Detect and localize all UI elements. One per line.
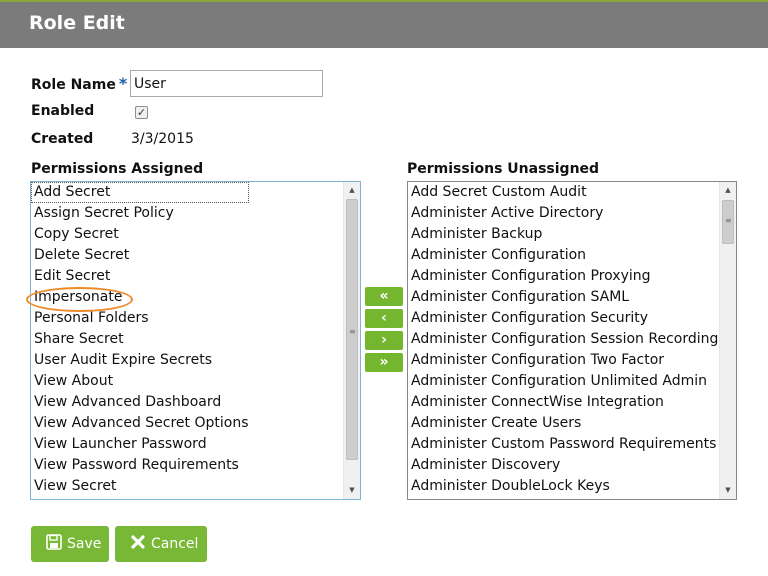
list-item[interactable]: Administer Configuration Session Recordi… [408,329,718,350]
scroll-up-arrow-icon[interactable]: ▲ [720,182,736,199]
list-item[interactable]: Administer ConnectWise Integration [408,392,718,413]
list-item[interactable]: Administer DoubleLock Keys [408,476,718,497]
list-item[interactable]: Administer Active Directory [408,203,718,224]
list-item[interactable]: Administer Create Users [408,413,718,434]
created-value: 3/3/2015 [131,131,194,147]
scroll-up-arrow-icon[interactable]: ▲ [344,182,360,199]
list-item[interactable]: Copy Secret [31,224,249,245]
move-right-button[interactable]: › [365,331,403,350]
list-item[interactable]: Add Secret [31,182,249,203]
unassigned-scrollbar[interactable]: ▲ ≡ ▼ [719,182,736,499]
assigned-permissions-list[interactable]: Add Secret Assign Secret Policy Copy Secre… [30,181,361,500]
created-label: Created [31,131,94,147]
role-name-input[interactable] [130,70,323,97]
grip-icon: ≡ [349,327,356,336]
list-item[interactable]: User Audit Expire Secrets [31,350,249,371]
assigned-heading: Permissions Assigned [31,161,204,177]
move-left-button[interactable]: ‹ [365,309,403,328]
unassigned-permissions-list[interactable]: Add Secret Custom Audit Administer Active… [407,181,737,500]
save-button[interactable]: Save [31,526,109,562]
list-item[interactable]: Edit Secret [31,266,249,287]
unassigned-scroll-thumb[interactable]: ≡ [722,200,734,244]
assigned-items-container: Add Secret Assign Secret Policy Copy Secre… [31,182,249,497]
list-item[interactable]: Administer Configuration [408,245,718,266]
enabled-checkbox[interactable]: ✓ [135,106,148,119]
list-item[interactable]: View Password Requirements [31,455,249,476]
list-item[interactable]: Administer Backup [408,224,718,245]
scroll-down-arrow-icon[interactable]: ▼ [344,482,360,499]
list-item[interactable]: Administer Custom Password Requirements [408,434,718,455]
list-item[interactable]: Assign Secret Policy [31,203,249,224]
unassigned-heading: Permissions Unassigned [407,161,600,177]
list-item[interactable]: Administer Configuration Unlimited Admin [408,371,718,392]
assigned-scrollbar[interactable]: ▲ ≡ ▼ [343,182,360,499]
required-marker: * [118,74,128,93]
list-item[interactable]: Add Secret Custom Audit [408,182,718,203]
floppy-disk-icon [46,534,62,554]
grip-icon: ≡ [725,216,732,225]
x-icon [130,534,146,554]
page-title: Role Edit [29,12,125,34]
enabled-label: Enabled [31,103,95,119]
move-all-right-button[interactable]: » [365,353,403,372]
list-item[interactable]: Administer Configuration Security [408,308,718,329]
list-item[interactable]: Administer Configuration Proxying [408,266,718,287]
save-button-label: Save [67,536,102,552]
list-item[interactable]: Administer Discovery [408,455,718,476]
list-item[interactable]: View Launcher Password [31,434,249,455]
list-item[interactable]: View Secret [31,476,249,497]
cancel-button-label: Cancel [151,536,199,552]
list-item[interactable]: Administer Configuration Two Factor [408,350,718,371]
highlight-ring [26,287,133,312]
cancel-button[interactable]: Cancel [115,526,207,562]
list-item[interactable]: View About [31,371,249,392]
assigned-scroll-thumb[interactable]: ≡ [346,199,358,460]
role-name-label: Role Name * [31,74,127,93]
move-all-left-button[interactable]: « [365,287,403,306]
list-item[interactable]: Share Secret [31,329,249,350]
unassigned-items-container: Add Secret Custom Audit Administer Active… [408,182,718,497]
role-name-label-text: Role Name [31,77,116,93]
list-item[interactable]: Administer Configuration SAML [408,287,718,308]
page-header: Role Edit [0,0,768,48]
list-item[interactable]: Delete Secret [31,245,249,266]
list-item[interactable]: View Advanced Dashboard [31,392,249,413]
scroll-down-arrow-icon[interactable]: ▼ [720,482,736,499]
list-item[interactable]: View Advanced Secret Options [31,413,249,434]
